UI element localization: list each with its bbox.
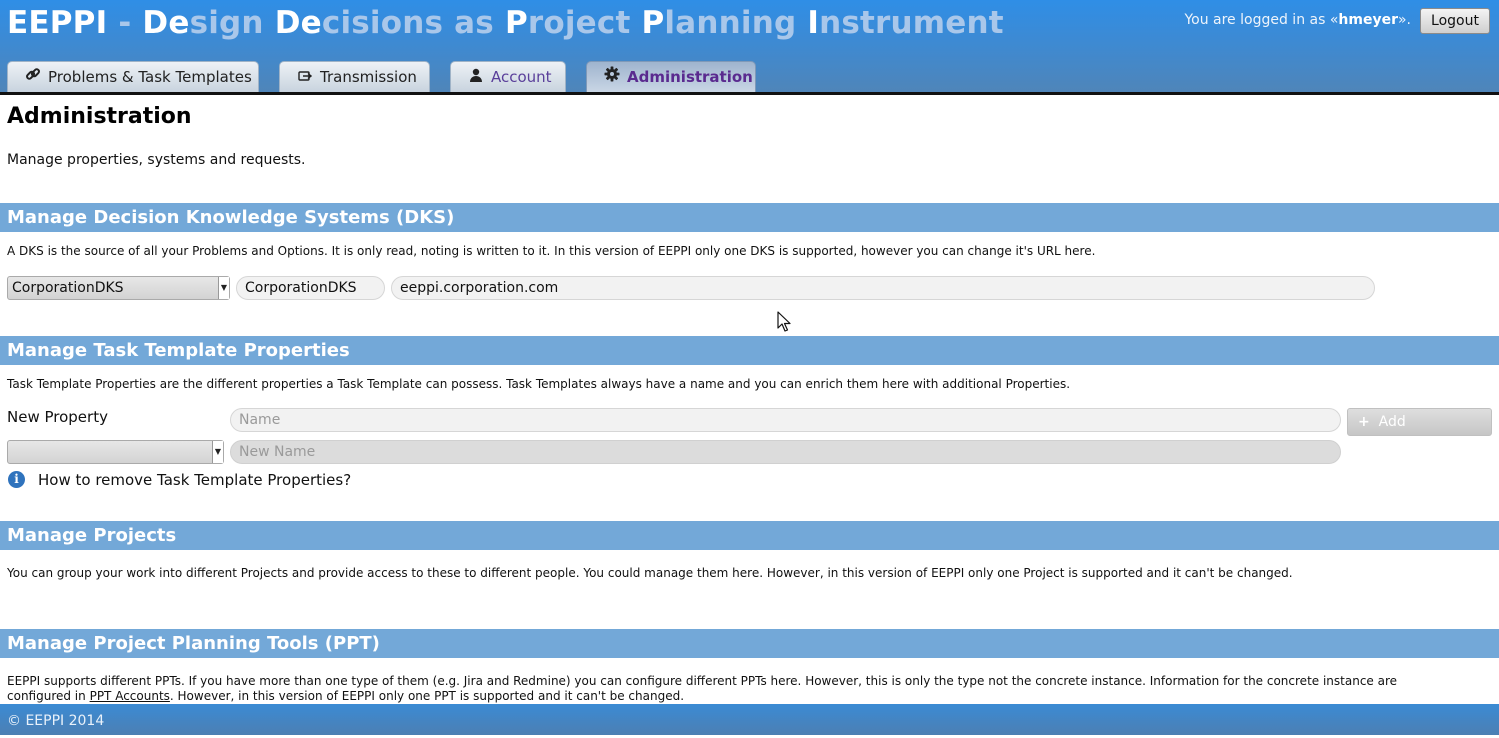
ppt-description: EEPPI supports different PPTs. If you ha… xyxy=(7,674,1398,703)
dks-select[interactable]: CorporationDKS ▼ xyxy=(7,276,230,300)
login-info: You are logged in as «hmeyer». xyxy=(1184,12,1411,28)
section-heading-dks: Manage Decision Knowledge Systems (DKS) xyxy=(0,203,1499,232)
ppt-accounts-link[interactable]: PPT Accounts xyxy=(90,689,170,703)
tab-label: Account xyxy=(491,68,552,86)
projects-description: You can group your work into different P… xyxy=(7,566,1293,580)
app-title-part: De xyxy=(274,5,322,41)
remove-properties-help-link[interactable]: How to remove Task Template Properties? xyxy=(38,471,351,489)
info-icon: i xyxy=(8,471,25,488)
tab-label: Administration xyxy=(627,68,753,86)
user-icon xyxy=(461,62,491,92)
app-title-part: roject xyxy=(527,5,642,41)
chevron-down-icon: ▼ xyxy=(212,441,223,463)
app-title-part: cisions as xyxy=(321,5,505,41)
add-property-button[interactable]: + Add xyxy=(1347,408,1492,436)
app-title-part: sign xyxy=(189,5,275,41)
logout-button[interactable]: Logout xyxy=(1420,8,1490,34)
section-heading-projects: Manage Projects xyxy=(0,521,1499,550)
header-bar: EEPPI - Design Decisions as Project Plan… xyxy=(0,0,1499,95)
app-title-part: P xyxy=(504,5,528,41)
page-title: Administration xyxy=(7,104,192,129)
property-select[interactable]: ▼ xyxy=(7,440,224,464)
tab-label: Problems & Task Templates xyxy=(48,68,252,86)
app-title-part: nstrument xyxy=(819,5,1004,41)
tab-administration[interactable]: Administration xyxy=(586,61,756,92)
username: hmeyer xyxy=(1338,12,1398,28)
app-title-part: I xyxy=(807,5,820,41)
section-heading-ppt: Manage Project Planning Tools (PPT) xyxy=(0,629,1499,658)
mouse-cursor-icon xyxy=(777,311,791,332)
transmission-icon xyxy=(290,62,320,92)
dks-name-field[interactable] xyxy=(236,276,385,300)
app-title-part: - xyxy=(107,5,143,41)
app-title: EEPPI - Design Decisions as Project Plan… xyxy=(7,5,1004,41)
property-new-name-input[interactable] xyxy=(230,440,1341,464)
dks-description: A DKS is the source of all your Problems… xyxy=(7,244,1096,258)
chevron-down-icon: ▼ xyxy=(218,277,229,299)
tab-transmission[interactable]: Transmission xyxy=(279,61,430,92)
task-props-description: Task Template Properties are the differe… xyxy=(7,377,1071,391)
dks-url-field[interactable] xyxy=(391,276,1375,300)
app-title-part: lanning xyxy=(664,5,808,41)
gear-icon xyxy=(597,62,627,92)
link-icon xyxy=(18,62,48,92)
tab-problems-task-templates[interactable]: Problems & Task Templates xyxy=(7,61,259,92)
tab-label: Transmission xyxy=(320,68,417,86)
property-name-input[interactable] xyxy=(230,408,1341,432)
footer: © EEPPI 2014 xyxy=(0,704,1499,735)
dks-select-value: CorporationDKS xyxy=(12,280,124,296)
app-title-part: EEPPI xyxy=(7,5,108,41)
page-intro: Manage properties, systems and requests. xyxy=(7,152,306,168)
tab-account[interactable]: Account xyxy=(450,61,566,92)
plus-icon: + xyxy=(1358,414,1370,430)
app-title-part: P xyxy=(641,5,665,41)
app-title-part: De xyxy=(142,5,190,41)
section-heading-task-template-properties: Manage Task Template Properties xyxy=(0,336,1499,365)
new-property-label: New Property xyxy=(7,408,108,426)
